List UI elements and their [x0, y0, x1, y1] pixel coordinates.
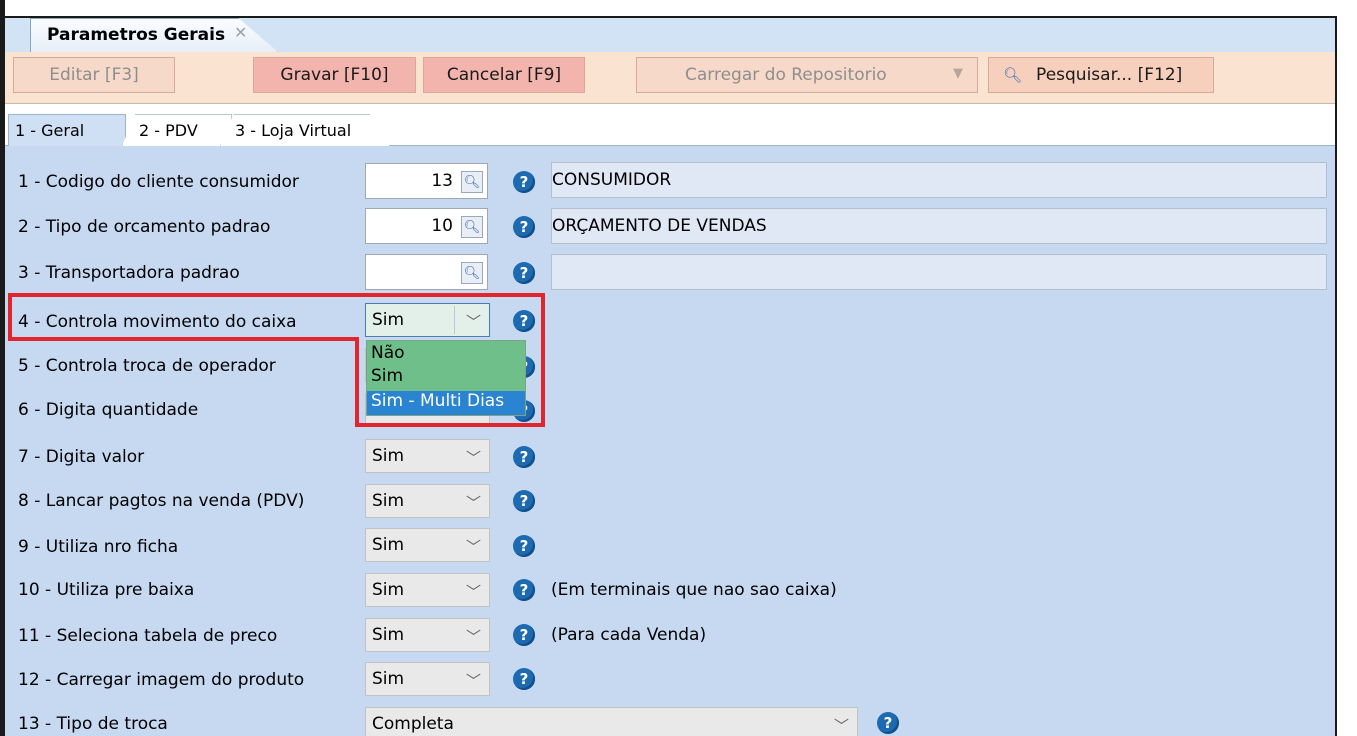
- pre-baixa-value: Sim: [372, 580, 405, 600]
- edit-button[interactable]: Editar [F3]: [13, 57, 175, 93]
- lookup-icon[interactable]: 🔍︎: [461, 216, 483, 238]
- row-12-label: 12 - Carregar imagem do produto: [18, 670, 305, 690]
- chevron-down-icon: ▼: [953, 66, 963, 81]
- exchange-type-select[interactable]: Completa ﹀: [365, 707, 858, 736]
- row-6-label: 6 - Digita quantidade: [18, 400, 199, 420]
- product-image-select[interactable]: Sim ﹀: [365, 662, 490, 696]
- price-table-value: Sim: [372, 625, 405, 645]
- price-table-select[interactable]: Sim ﹀: [365, 618, 490, 652]
- type-value-value: Sim: [372, 446, 405, 466]
- budget-type-description-text: ORÇAMENTO DE VENDAS: [552, 216, 767, 236]
- budget-type-field[interactable]: 10 🔍︎: [365, 208, 488, 244]
- payments-select[interactable]: Sim ﹀: [365, 484, 490, 518]
- budget-type-description: ORÇAMENTO DE VENDAS: [551, 208, 1327, 244]
- right-margin: [1337, 16, 1357, 736]
- load-repository-label: Carregar do Repositorio: [685, 65, 887, 85]
- document-tab-title: Parametros Gerais: [47, 25, 226, 45]
- load-repository-button[interactable]: Carregar do Repositorio ▼: [636, 57, 978, 93]
- help-icon[interactable]: ?: [513, 579, 535, 601]
- budget-type-value: 10: [431, 216, 453, 236]
- search-button[interactable]: 🔍︎ Pesquisar... [F12]: [988, 57, 1214, 93]
- tab-loja-virtual[interactable]: 3 - Loja Virtual: [220, 114, 390, 146]
- row-1-label: 1 - Codigo do cliente consumidor: [18, 172, 299, 192]
- highlight-box-step: [8, 337, 359, 341]
- highlight-box-top: [8, 293, 545, 341]
- row-8-label: 8 - Lancar pagtos na venda (PDV): [18, 491, 305, 511]
- search-button-label: Pesquisar... [F12]: [1036, 65, 1183, 85]
- cancel-button[interactable]: Cancelar [F9]: [423, 57, 585, 93]
- row-11-label: 11 - Seleciona tabela de preco: [18, 626, 278, 646]
- help-icon[interactable]: ?: [513, 624, 535, 646]
- client-description-text: CONSUMIDOR: [552, 170, 672, 190]
- type-value-select[interactable]: Sim ﹀: [365, 439, 490, 473]
- top-margin: [0, 0, 1357, 16]
- pre-baixa-note: (Em terminais que nao sao caixa): [551, 580, 837, 600]
- save-button[interactable]: Gravar [F10]: [253, 57, 416, 93]
- row-2-label: 2 - Tipo de orcamento padrao: [18, 217, 271, 237]
- help-icon[interactable]: ?: [513, 216, 535, 238]
- help-icon[interactable]: ?: [513, 262, 535, 284]
- help-icon[interactable]: ?: [513, 668, 535, 690]
- row-5-label: 5 - Controla troca de operador: [18, 356, 276, 376]
- client-description: CONSUMIDOR: [551, 162, 1327, 198]
- highlight-box-joint: [541, 337, 545, 345]
- app-window: Parametros Gerais ✕ Editar [F3] Gravar […: [0, 0, 1357, 736]
- help-icon[interactable]: ?: [513, 446, 535, 468]
- exchange-type-value: Completa: [372, 714, 454, 734]
- client-code-value: 13: [431, 171, 453, 191]
- chevron-down-icon[interactable]: ﹀: [466, 626, 481, 647]
- chevron-down-icon[interactable]: ﹀: [834, 715, 849, 736]
- price-table-note: (Para cada Venda): [551, 625, 707, 645]
- row-9-label: 9 - Utiliza nro ficha: [18, 537, 179, 557]
- pre-baixa-select[interactable]: Sim ﹀: [365, 573, 490, 607]
- chevron-down-icon[interactable]: ﹀: [466, 492, 481, 513]
- carrier-description: [551, 254, 1327, 290]
- ficha-select[interactable]: Sim ﹀: [365, 528, 490, 562]
- help-icon[interactable]: ?: [513, 171, 535, 193]
- lookup-icon[interactable]: 🔍︎: [461, 262, 483, 284]
- tab-geral[interactable]: 1 - Geral: [8, 114, 126, 146]
- help-icon[interactable]: ?: [513, 490, 535, 512]
- help-icon[interactable]: ?: [877, 712, 899, 734]
- client-code-field[interactable]: 13 🔍︎: [365, 163, 488, 199]
- row-7-label: 7 - Digita valor: [18, 447, 145, 467]
- tab-pdv[interactable]: 2 - PDV: [122, 114, 232, 146]
- chevron-down-icon[interactable]: ﹀: [466, 581, 481, 602]
- close-icon[interactable]: ✕: [234, 23, 247, 42]
- chevron-down-icon[interactable]: ﹀: [466, 447, 481, 468]
- lookup-icon[interactable]: 🔍︎: [461, 171, 483, 193]
- help-icon[interactable]: ?: [513, 535, 535, 557]
- carrier-field[interactable]: 🔍︎: [365, 254, 488, 290]
- row-3-label: 3 - Transportadora padrao: [18, 263, 240, 283]
- highlight-box-bottom: [355, 337, 545, 427]
- row-10-label: 10 - Utiliza pre baixa: [18, 580, 195, 600]
- ficha-value: Sim: [372, 535, 405, 555]
- payments-value: Sim: [372, 491, 405, 511]
- chevron-down-icon[interactable]: ﹀: [466, 670, 481, 691]
- chevron-down-icon[interactable]: ﹀: [466, 536, 481, 557]
- product-image-value: Sim: [372, 669, 405, 689]
- search-icon: 🔍︎: [1003, 66, 1023, 84]
- row-13-label: 13 - Tipo de troca: [18, 714, 168, 734]
